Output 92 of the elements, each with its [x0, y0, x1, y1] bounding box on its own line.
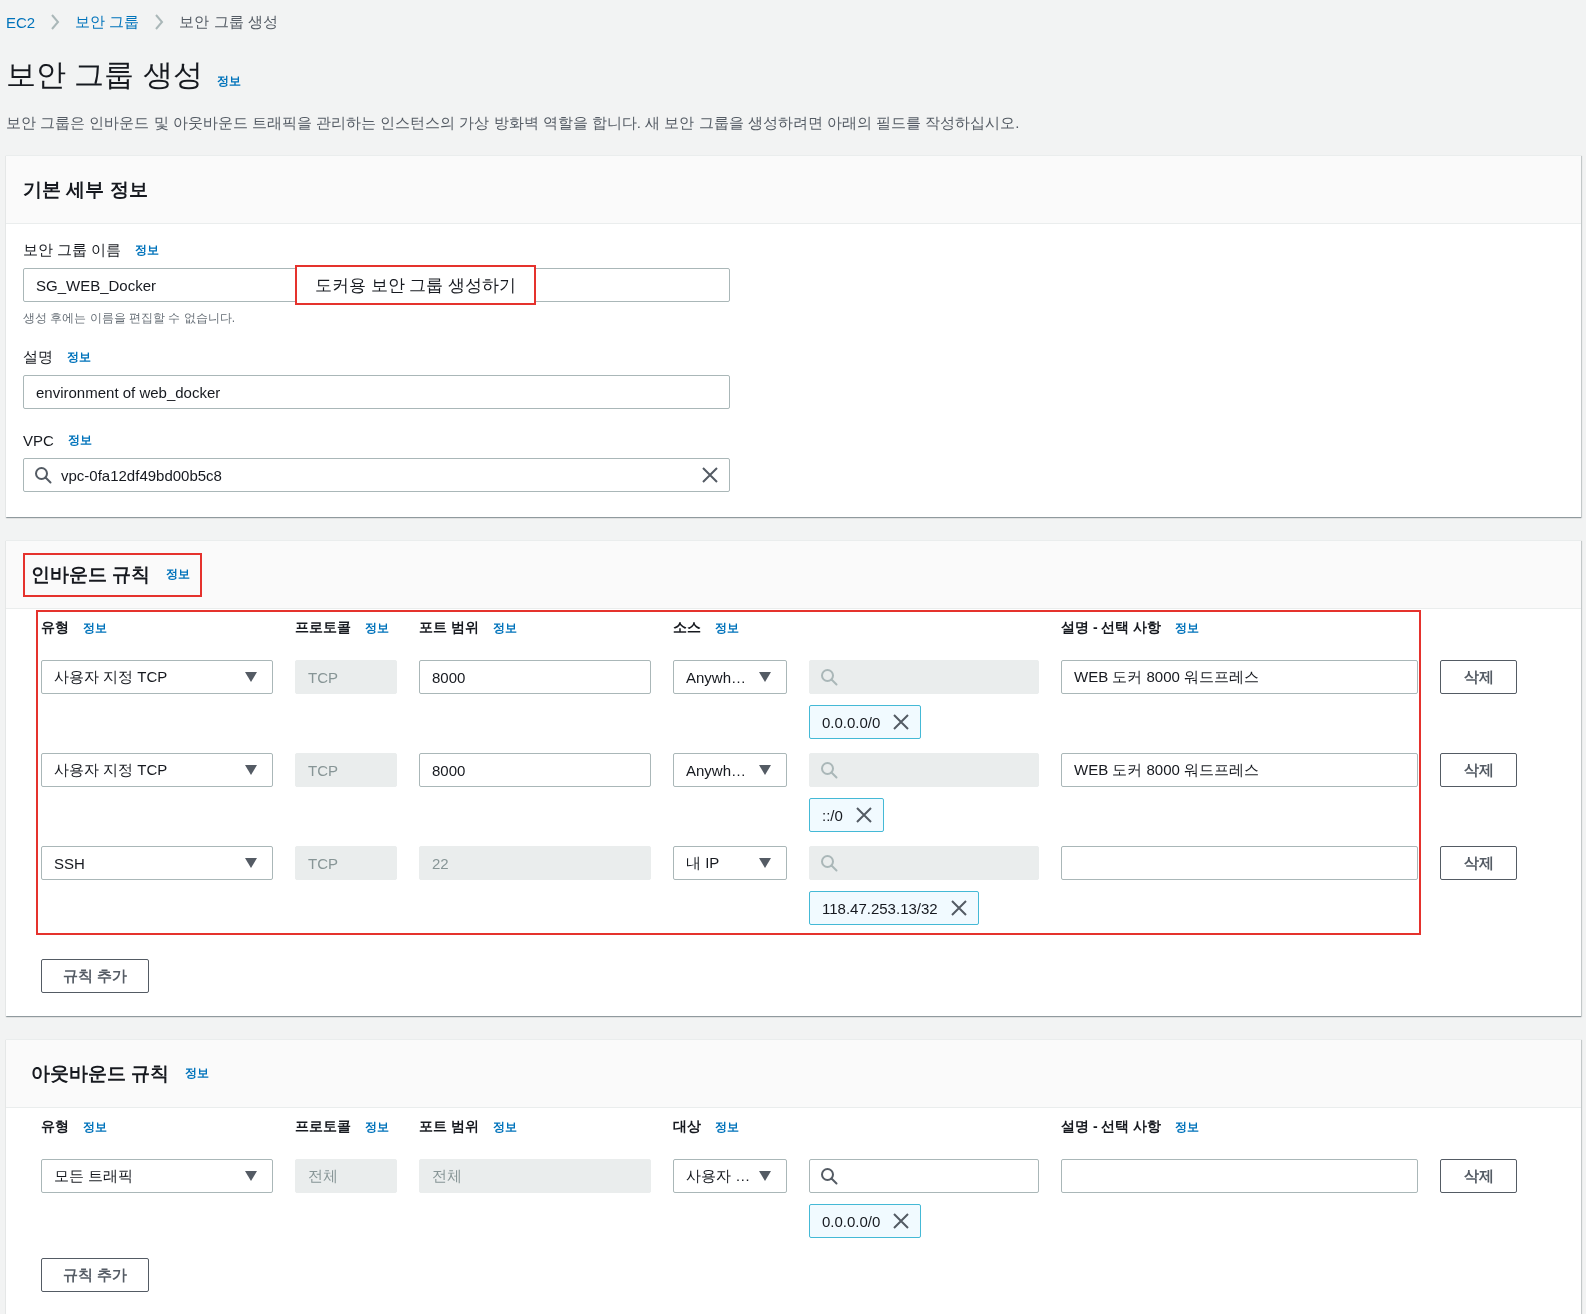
breadcrumb-link[interactable]: EC2: [6, 13, 36, 31]
card-title: 기본 세부 정보: [23, 177, 148, 202]
search-field[interactable]: vpc-0fa12df49bd00b5c8: [23, 458, 730, 492]
info-link[interactable]: 정보: [492, 619, 517, 637]
token-label: ::/0: [822, 806, 843, 824]
caret-icon: [244, 857, 258, 869]
caret-icon: [758, 1170, 772, 1182]
remove-button[interactable]: [892, 713, 911, 731]
remove-button[interactable]: [949, 899, 968, 917]
description-field[interactable]: WEB 도커 8000 워드프레스: [1061, 753, 1418, 787]
type-select[interactable]: 사용자 지정 TCP: [41, 660, 273, 694]
column-header: 대상: [673, 1118, 701, 1136]
close-icon: [854, 806, 873, 824]
type-select[interactable]: SSH: [41, 846, 273, 880]
info-link[interactable]: 정보: [166, 566, 191, 583]
field-label: 보안 그룹 이름: [23, 240, 122, 260]
search-icon: [820, 1167, 838, 1185]
add-rule-button[interactable]: 규칙 추가: [41, 959, 149, 993]
info-link[interactable]: 정보: [1175, 1118, 1200, 1136]
text-field[interactable]: environment of web_docker: [23, 375, 730, 409]
delete-button[interactable]: 삭제: [1440, 1159, 1517, 1193]
card-title: 아웃바운드 규칙: [31, 1061, 170, 1086]
info-link[interactable]: 정보: [365, 1118, 389, 1136]
close-icon: [892, 1212, 911, 1230]
info-link[interactable]: 정보: [365, 619, 389, 637]
page-description: 보안 그룹은 인바운드 및 아웃바운드 트래픽을 관리하는 인스턴스의 가상 방화벽 역할을 합니다. 새 보안 그룹을 생성하려면 아래의 필드를 작성하십시오.: [6, 113, 1021, 133]
chevron-icon: [50, 14, 61, 30]
info-link[interactable]: 정보: [83, 1118, 107, 1136]
column-header: 설명 - 선택 사항: [1061, 619, 1162, 637]
caret-icon: [758, 857, 772, 869]
caret-icon: [758, 764, 772, 776]
type-select[interactable]: 모든 트래픽: [41, 1159, 273, 1193]
description-field[interactable]: [1061, 846, 1418, 880]
search-field[interactable]: [809, 1159, 1039, 1193]
close-icon: [949, 899, 968, 917]
source-select[interactable]: Anywh…: [673, 753, 787, 787]
search-icon: [820, 668, 838, 686]
info-link[interactable]: 정보: [67, 348, 91, 366]
chevron-icon: [154, 14, 165, 30]
source-select[interactable]: Anywh…: [673, 660, 787, 694]
breadcrumb-current: 보안 그룹 생성: [179, 12, 278, 32]
card-title: 인바운드 규칙: [31, 562, 151, 587]
search-icon: [34, 466, 52, 484]
port-range-field[interactable]: 8000: [419, 753, 651, 787]
column-header: 프로토콜: [295, 1118, 351, 1136]
remove-button[interactable]: [854, 806, 873, 824]
source-select[interactable]: 내 IP: [673, 846, 787, 880]
info-link[interactable]: 정보: [135, 241, 160, 259]
info-link[interactable]: 정보: [216, 61, 241, 101]
column-header: 설명 - 선택 사항: [1061, 1118, 1162, 1136]
page-title: 보안 그룹 생성: [6, 57, 203, 93]
token-label: 0.0.0.0/0: [822, 1212, 881, 1230]
info-link[interactable]: 정보: [185, 1065, 210, 1082]
remove-button[interactable]: [892, 1212, 911, 1230]
info-link[interactable]: 정보: [715, 619, 739, 637]
info-link[interactable]: 정보: [83, 619, 107, 637]
delete-button[interactable]: 삭제: [1440, 846, 1517, 880]
caret-icon: [244, 671, 258, 683]
column-header: 유형: [41, 619, 69, 637]
column-header: 프로토콜: [295, 619, 351, 637]
column-header: 유형: [41, 1118, 69, 1136]
search-icon: [820, 854, 838, 872]
column-header: 포트 범위: [419, 619, 479, 637]
delete-button[interactable]: 삭제: [1440, 660, 1517, 694]
info-link[interactable]: 정보: [492, 1118, 517, 1136]
caret-icon: [758, 671, 772, 683]
breadcrumb-link[interactable]: 보안 그룹: [75, 12, 140, 32]
column-header: 포트 범위: [419, 1118, 479, 1136]
close-icon: [701, 466, 719, 484]
search-icon: [820, 761, 838, 779]
add-rule-button[interactable]: 규칙 추가: [41, 1258, 149, 1292]
field-label: VPC: [23, 431, 54, 449]
info-link[interactable]: 정보: [1175, 619, 1200, 637]
annotation-note: 도커용 보안 그룹 생성하기: [295, 265, 537, 305]
info-link[interactable]: 정보: [67, 431, 92, 449]
info-link[interactable]: 정보: [715, 1118, 739, 1136]
delete-button[interactable]: 삭제: [1440, 753, 1517, 787]
clear-button[interactable]: [701, 466, 719, 484]
caret-icon: [244, 764, 258, 776]
type-select[interactable]: 사용자 지정 TCP: [41, 753, 273, 787]
port-range-field[interactable]: 8000: [419, 660, 651, 694]
source-select[interactable]: 사용자 …: [673, 1159, 787, 1193]
column-header: 소스: [673, 619, 701, 637]
field-label: 설명: [23, 347, 53, 367]
description-field[interactable]: WEB 도커 8000 워드프레스: [1061, 660, 1418, 694]
search-input[interactable]: vpc-0fa12df49bd00b5c8: [61, 466, 692, 484]
caret-icon: [244, 1170, 258, 1182]
close-icon: [892, 713, 911, 731]
field-hint: 생성 후에는 이름을 편집할 수 없습니다.: [23, 310, 236, 326]
description-field[interactable]: [1061, 1159, 1418, 1193]
token-label: 118.47.253.13/32: [822, 899, 938, 917]
token-label: 0.0.0.0/0: [822, 713, 881, 731]
